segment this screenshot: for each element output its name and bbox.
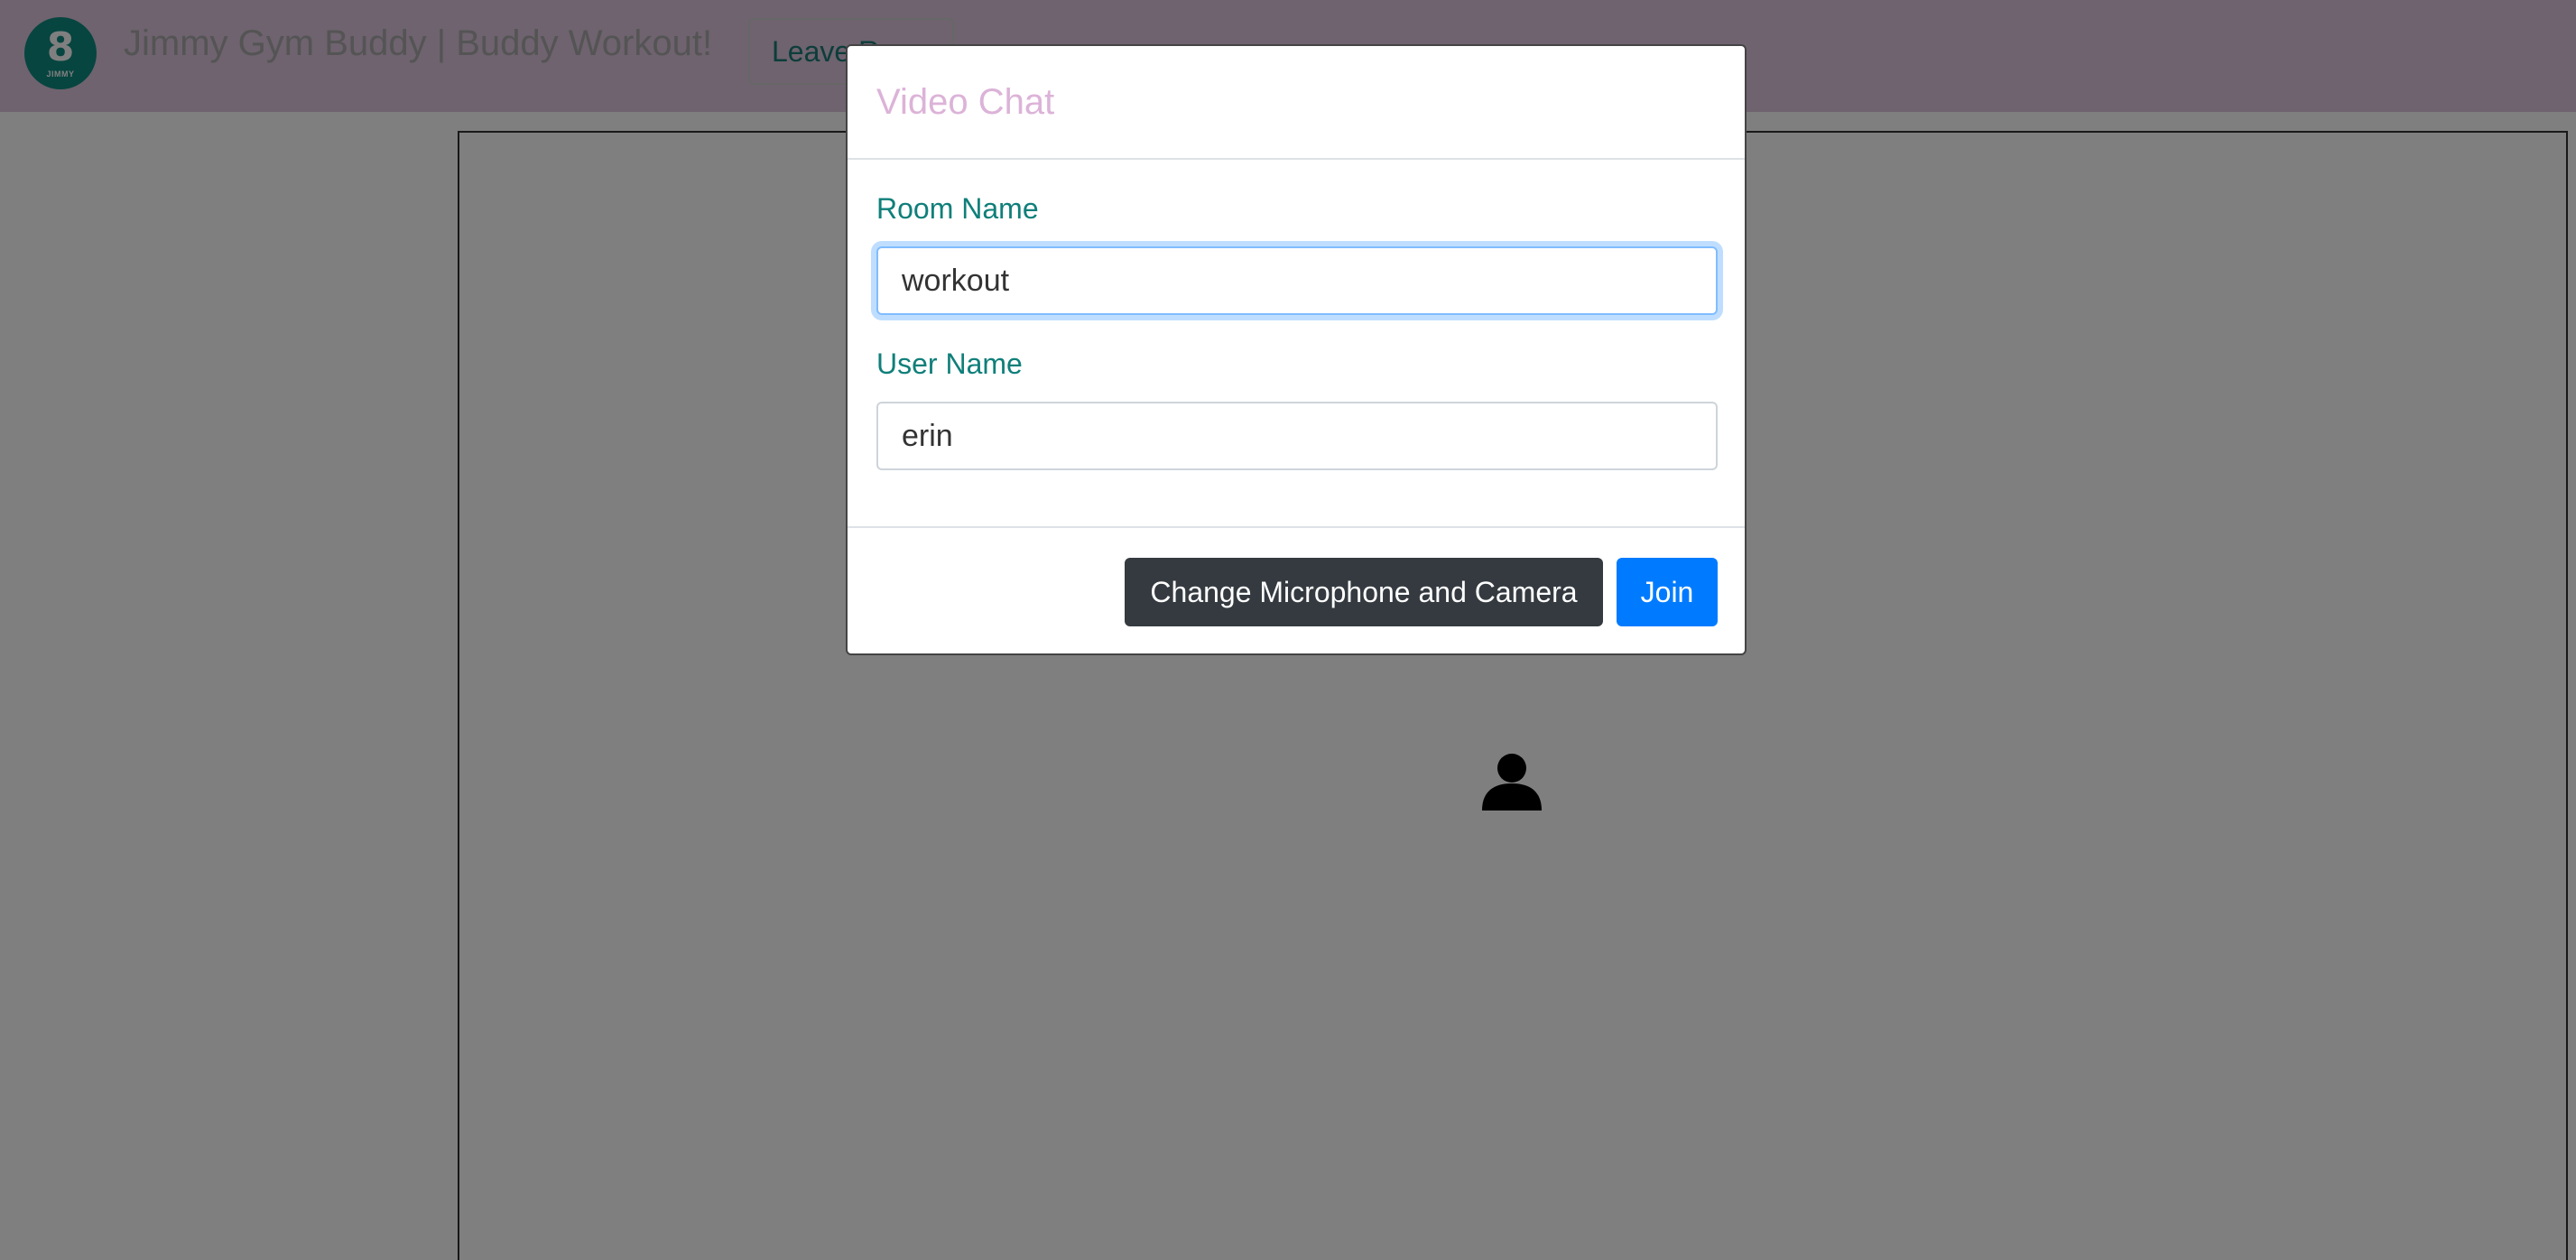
change-microphone-camera-button[interactable]: Change Microphone and Camera [1125,558,1603,626]
modal-header: Video Chat [848,46,1745,160]
room-name-input[interactable] [876,246,1718,315]
room-name-label: Room Name [876,192,1039,225]
join-button[interactable]: Join [1617,558,1718,626]
video-chat-modal: Video Chat Room Name User Name Change Mi… [846,44,1747,655]
modal-title: Video Chat [876,82,1055,122]
user-name-input[interactable] [876,402,1718,470]
modal-body: Room Name User Name [848,160,1745,528]
user-name-label: User Name [876,347,1023,380]
modal-footer: Change Microphone and Camera Join [848,528,1745,653]
